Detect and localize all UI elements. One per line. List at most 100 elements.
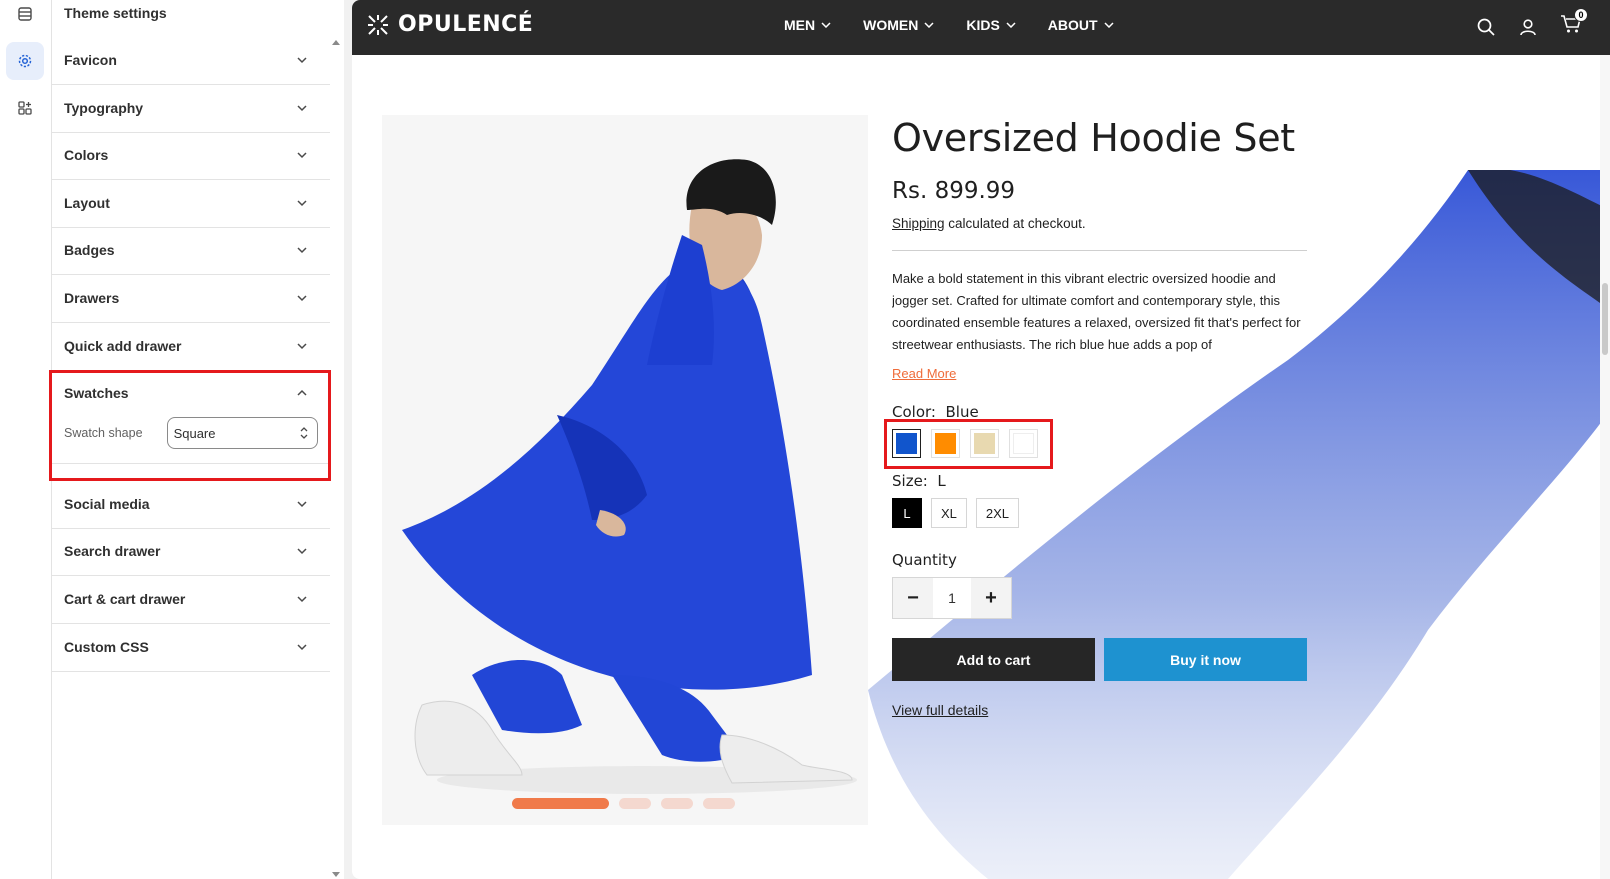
store-preview: OPULENCÉ MEN WOMEN KIDS ABOUT 0 Oversize… [352,0,1610,879]
product-price: Rs. 899.99 [892,178,1016,204]
color-value: Blue [945,403,979,421]
logo-text: OPULENCÉ [398,12,534,37]
chevron-down-icon [821,22,831,28]
section-toggle[interactable]: Search drawer [52,527,330,575]
section-toggle[interactable]: Layout [52,179,330,227]
swatch-shape-label: Swatch shape [64,426,143,440]
product-image[interactable] [382,115,868,825]
quantity-stepper: − 1 + [892,577,1012,619]
section-toggle[interactable]: Colors [52,131,330,179]
pagination-dot[interactable] [619,798,651,809]
logo-mark-icon [368,14,388,35]
account-icon[interactable] [1518,17,1538,37]
section-label: Social media [64,496,150,512]
shipping-link[interactable]: Shipping [892,216,945,231]
shipping-note: Shipping calculated at checkout. [892,216,1086,231]
scroll-up-arrow-icon[interactable] [332,40,340,45]
sections-icon[interactable] [6,0,44,33]
settings-section-favicon: Favicon [52,36,330,85]
size-button-l[interactable]: L [892,498,922,528]
section-label: Swatches [64,385,129,401]
quantity-increase-button[interactable]: + [971,578,1011,618]
settings-section-typography: Typography [52,84,330,133]
view-full-details-link[interactable]: View full details [892,702,988,718]
nav-item-women[interactable]: WOMEN [863,17,934,33]
store-header: OPULENCÉ MEN WOMEN KIDS ABOUT 0 [352,0,1610,55]
section-label: Colors [64,147,109,163]
nav-label: KIDS [966,17,1000,33]
settings-section-social-media: Social media [52,480,330,529]
icon-rail [0,0,52,879]
section-label: Cart & cart drawer [64,591,186,607]
settings-section-drawers: Drawers [52,274,330,323]
section-label: Layout [64,195,110,211]
divider-line [892,250,1307,251]
read-more-link[interactable]: Read More [892,366,956,381]
preview-scrollbar[interactable] [1600,55,1610,879]
section-label: Quick add drawer [64,338,182,354]
section-toggle[interactable]: Quick add drawer [52,322,330,370]
store-logo[interactable]: OPULENCÉ [366,12,533,37]
section-toggle[interactable]: Swatches [52,369,330,417]
chevron-down-icon [297,105,307,112]
product-title: Oversized Hoodie Set [892,116,1295,160]
panel-divider [344,0,352,879]
section-toggle[interactable]: Drawers [52,274,330,322]
section-toggle[interactable]: Social media [52,480,330,528]
product-description: Make a bold statement in this vibrant el… [892,271,1301,352]
theme-settings-gear-icon[interactable] [6,42,44,80]
add-to-cart-button[interactable]: Add to cart [892,638,1095,681]
nav-label: MEN [784,17,816,33]
model-in-blue-hoodie-image [402,159,857,794]
settings-section-colors: Colors [52,131,330,180]
quantity-input[interactable]: 1 [933,578,971,618]
chevron-down-icon [297,152,307,159]
cart-button[interactable]: 0 [1560,8,1588,39]
quantity-decrease-button[interactable]: − [893,578,933,618]
search-icon[interactable] [1476,17,1496,37]
settings-section-quick-add-drawer: Quick add drawer [52,322,330,371]
header-icons: 0 [1476,8,1588,39]
section-toggle[interactable]: Cart & cart drawer [52,575,330,623]
chevron-down-icon [297,57,307,64]
buy-it-now-button[interactable]: Buy it now [1104,638,1307,681]
scrollbar-thumb[interactable] [1602,283,1608,355]
shipping-text: calculated at checkout. [944,216,1086,231]
nav-item-men[interactable]: MEN [784,17,831,33]
swatch-blue[interactable] [892,429,921,458]
section-toggle[interactable]: Typography [52,84,330,132]
panel-title: Theme settings [64,5,167,21]
section-toggle[interactable]: Badges [52,226,330,274]
swatch-shape-select[interactable]: Square [166,417,318,449]
pagination-dot-active[interactable] [512,798,609,809]
quantity-label: Quantity [892,551,957,569]
section-toggle[interactable]: Favicon [52,36,330,84]
apps-icon[interactable] [6,89,44,127]
chevron-down-icon [297,295,307,302]
select-arrows-icon [300,427,308,439]
settings-section-cart-cart-drawer: Cart & cart drawer [52,575,330,624]
swatch-orange[interactable] [931,429,960,458]
size-option-label: Size: L [892,472,946,490]
image-pagination [512,798,735,809]
pagination-dot[interactable] [661,798,693,809]
chevron-down-icon [297,343,307,350]
size-button-2xl[interactable]: 2XL [975,498,1020,528]
nav-label: WOMEN [863,17,919,33]
nav-item-kids[interactable]: KIDS [966,17,1016,33]
size-label: Size: [892,472,928,490]
section-toggle[interactable]: Custom CSS [52,623,330,671]
scroll-down-arrow-icon[interactable] [332,872,340,877]
color-option-label: Color: Blue [892,403,979,421]
pagination-dot[interactable] [703,798,735,809]
swatch-beige[interactable] [970,429,999,458]
chevron-down-icon [924,22,934,28]
size-value: L [937,472,946,490]
swatch-shape-value: Square [173,425,216,441]
swatch-shape-setting: Swatch shape Square [52,417,330,463]
section-label: Typography [64,100,144,116]
section-label: Favicon [64,52,117,68]
swatch-white[interactable] [1009,429,1038,458]
nav-item-about[interactable]: ABOUT [1048,17,1114,33]
size-button-xl[interactable]: XL [931,498,967,528]
